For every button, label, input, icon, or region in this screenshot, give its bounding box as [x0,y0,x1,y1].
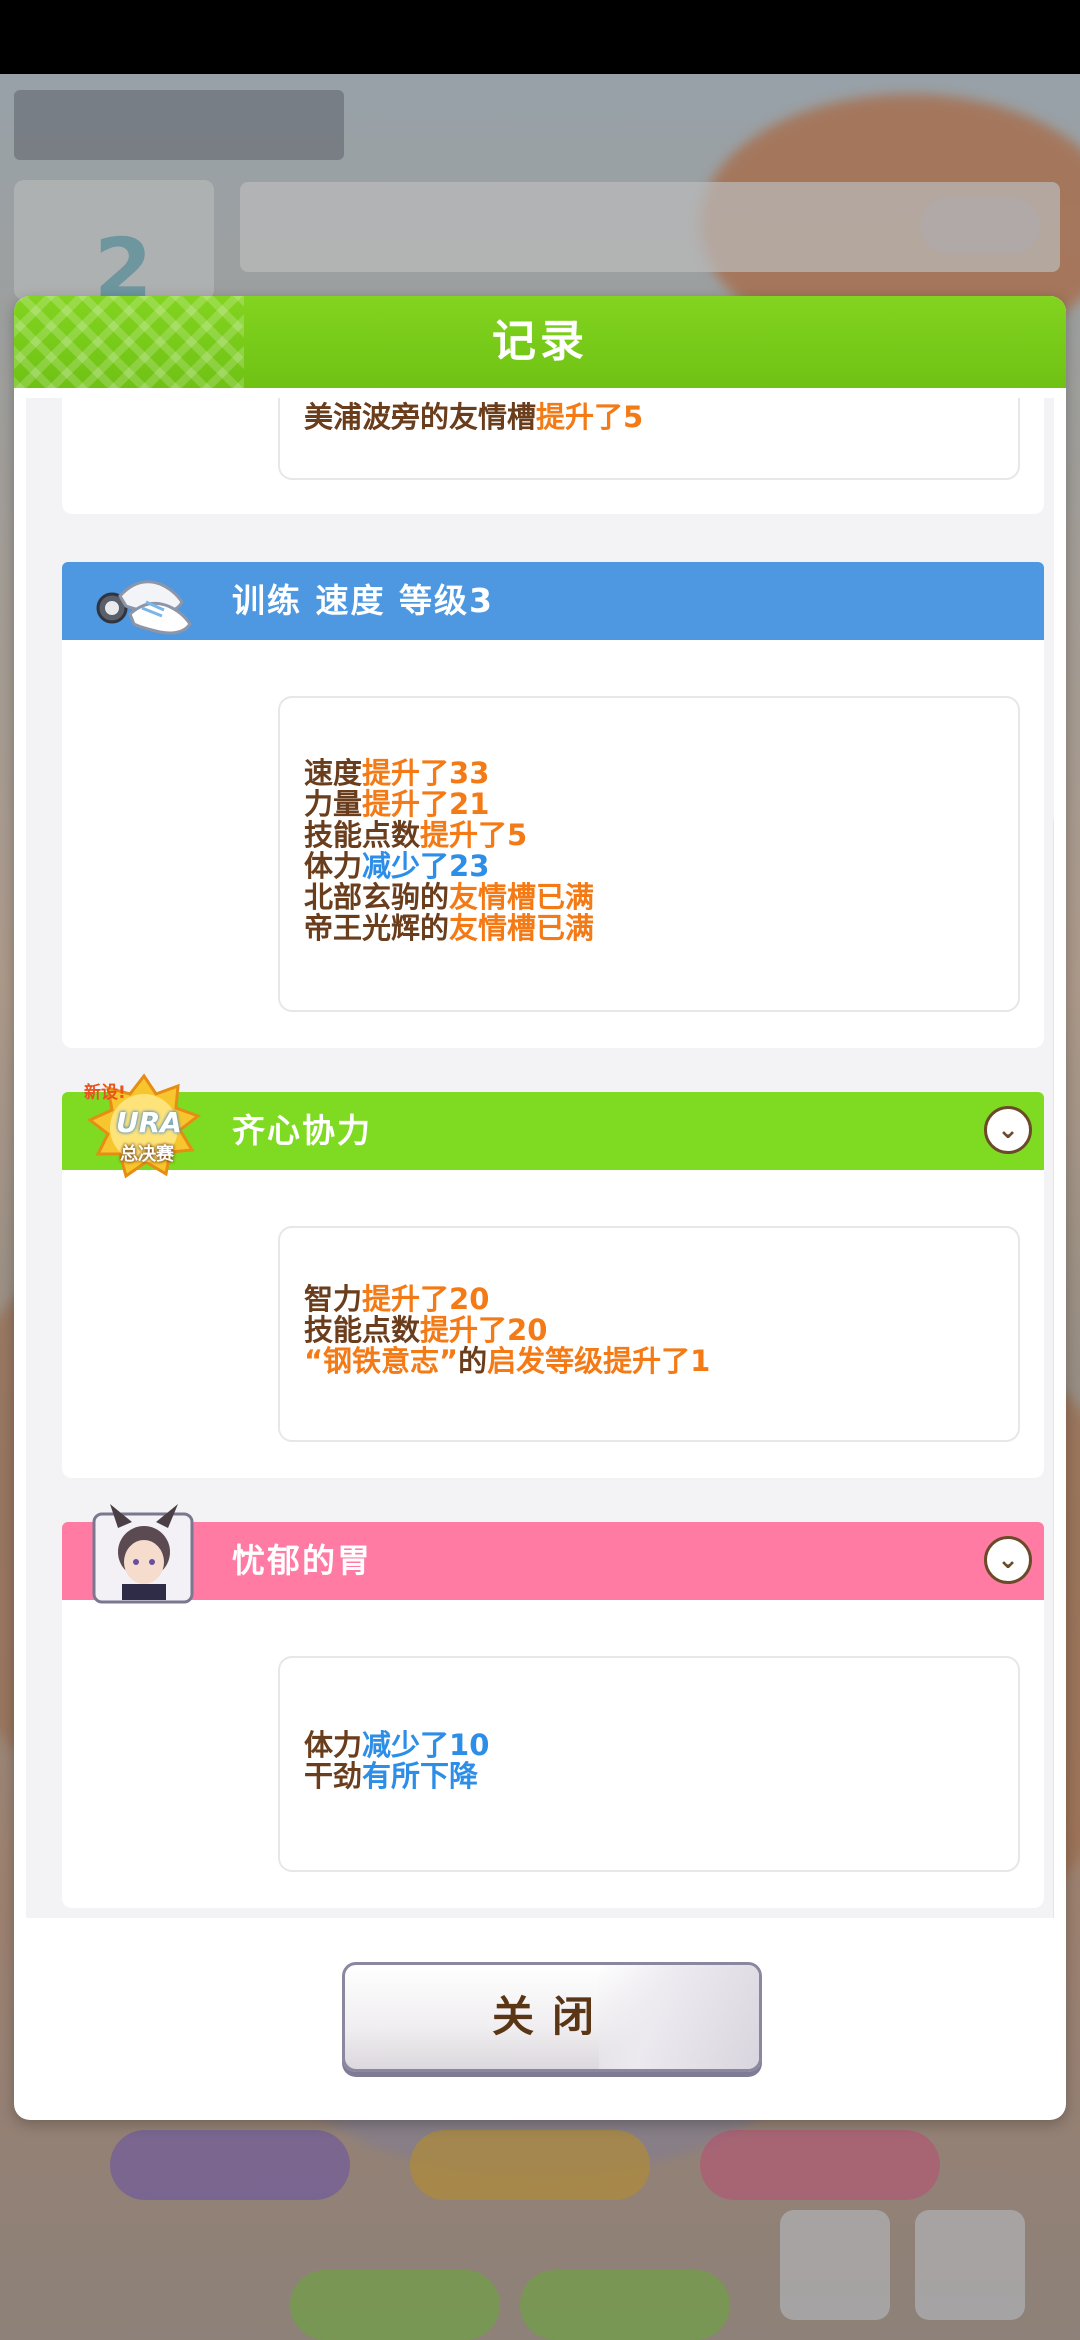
message-line: 智力提升了20 [304,1284,710,1315]
close-button-label: 关闭 [491,1992,612,2041]
message-line: 北部玄驹的友情槽已满 [304,882,594,913]
badge-text-finals: 总决赛 [120,1144,174,1165]
message-line: 美浦波旁的友情槽提升了5 [304,402,643,433]
line-value: 减少了23 [362,849,490,883]
ura-finals-badge-icon: 新设! URA 总决赛 [84,1072,204,1182]
message-line: 帝王光辉的友情槽已满 [304,913,594,944]
line-text: 技能点数 [304,818,421,852]
line-text: 帝王光辉的 [304,911,450,945]
message-lines: 智力提升了20 技能点数提升了20 “钢铁意志”的启发等级提升了1 [304,1284,710,1377]
line-value: 启发等级提升了1 [487,1344,711,1378]
message-lines: 速度提升了33 力量提升了21 技能点数提升了5 体力减少了23 北部玄驹的友情… [304,758,594,944]
close-button[interactable]: 关闭 [342,1962,762,2072]
badge-text-ura: URA [116,1106,182,1139]
message-lines: 体力减少了10 干劲有所下降 [304,1730,489,1792]
card-header-bar: 训练 速度 等级3 [62,562,1044,640]
line-text: 体力 [304,849,363,883]
message-box: 美浦波旁的友情槽提升了5 [278,398,1020,480]
message-lines: 美浦波旁的友情槽提升了5 [304,402,643,433]
card-title: 训练 速度 等级3 [232,581,494,620]
status-bar [0,0,1080,74]
line-value: “钢铁意志” [304,1344,459,1378]
message-line: 技能点数提升了5 [304,820,594,851]
message-line: 体力减少了23 [304,851,594,882]
line-value: 友情槽已满 [449,911,595,945]
log-scroll-area[interactable]: 美浦波旁的友情槽提升了5 训练 速度 等级3 速度提升了33 力量提升了21 技… [26,398,1054,1918]
line-text: 美浦波旁的友情槽 [304,400,537,434]
line-text: 干劲 [304,1759,363,1793]
card-title: 齐心协力 [232,1111,372,1150]
line-value: 友情槽已满 [449,880,595,914]
log-card-partial: 美浦波旁的友情槽提升了5 [62,398,1044,514]
line-value: 提升了5 [536,400,644,434]
message-box: 速度提升了33 力量提升了21 技能点数提升了5 体力减少了23 北部玄驹的友情… [278,696,1020,1012]
message-line: 速度提升了33 [304,758,594,789]
dialog-header: 记录 [14,296,1066,388]
line-text: 北部玄驹的 [304,880,450,914]
message-box: 智力提升了20 技能点数提升了20 “钢铁意志”的启发等级提升了1 [278,1226,1020,1442]
line-value: 提升了33 [362,756,490,790]
badge-text-new: 新设! [84,1083,126,1103]
message-line: 技能点数提升了20 [304,1315,710,1346]
shoes-stopwatch-icon [90,556,200,646]
line-value: 提升了5 [420,818,528,852]
line-value: 减少了10 [362,1728,490,1762]
chevron-down-icon[interactable]: ⌄ [984,1536,1032,1584]
line-value: 有所下降 [362,1759,479,1793]
line-value: 提升了20 [362,1282,490,1316]
line-text: 体力 [304,1728,363,1762]
character-portrait-icon [92,1502,196,1606]
dialog-title: 记录 [492,316,588,367]
message-line: 体力减少了10 [304,1730,489,1761]
log-card-training: 训练 速度 等级3 速度提升了33 力量提升了21 技能点数提升了5 体力减少了… [62,562,1044,1048]
line-value: 提升了20 [420,1313,548,1347]
card-header-bar: 齐心协力 ⌄ [62,1092,1044,1170]
line-value: 提升了21 [362,787,490,821]
line-text: 速度 [304,756,363,790]
card-title: 忧郁的胃 [232,1541,372,1580]
chevron-down-icon[interactable]: ⌄ [984,1106,1032,1154]
message-line: “钢铁意志”的启发等级提升了1 [304,1346,710,1377]
message-box: 体力减少了10 干劲有所下降 [278,1656,1020,1872]
card-header-bar: 忧郁的胃 ⌄ [62,1522,1044,1600]
scrollbar-track[interactable] [1053,818,1054,1918]
line-text: 智力 [304,1282,363,1316]
message-line: 力量提升了21 [304,789,594,820]
log-dialog: 记录 美浦波旁的友情槽提升了5 训练 速度 等级3 速度提升了33 力量提升了2… [14,296,1066,2120]
line-text: 技能点数 [304,1313,421,1347]
message-line: 干劲有所下降 [304,1761,489,1792]
log-card-event-ura: 齐心协力 ⌄ 新设! URA 总决赛 智力提升了20 技能点数提升了20 “钢铁… [62,1073,1044,1478]
line-text: 的 [458,1344,488,1378]
log-card-event-stomach: 忧郁的胃 ⌄ 体力减少了10 干劲有所下降 [62,1504,1044,1908]
line-text: 力量 [304,787,363,821]
